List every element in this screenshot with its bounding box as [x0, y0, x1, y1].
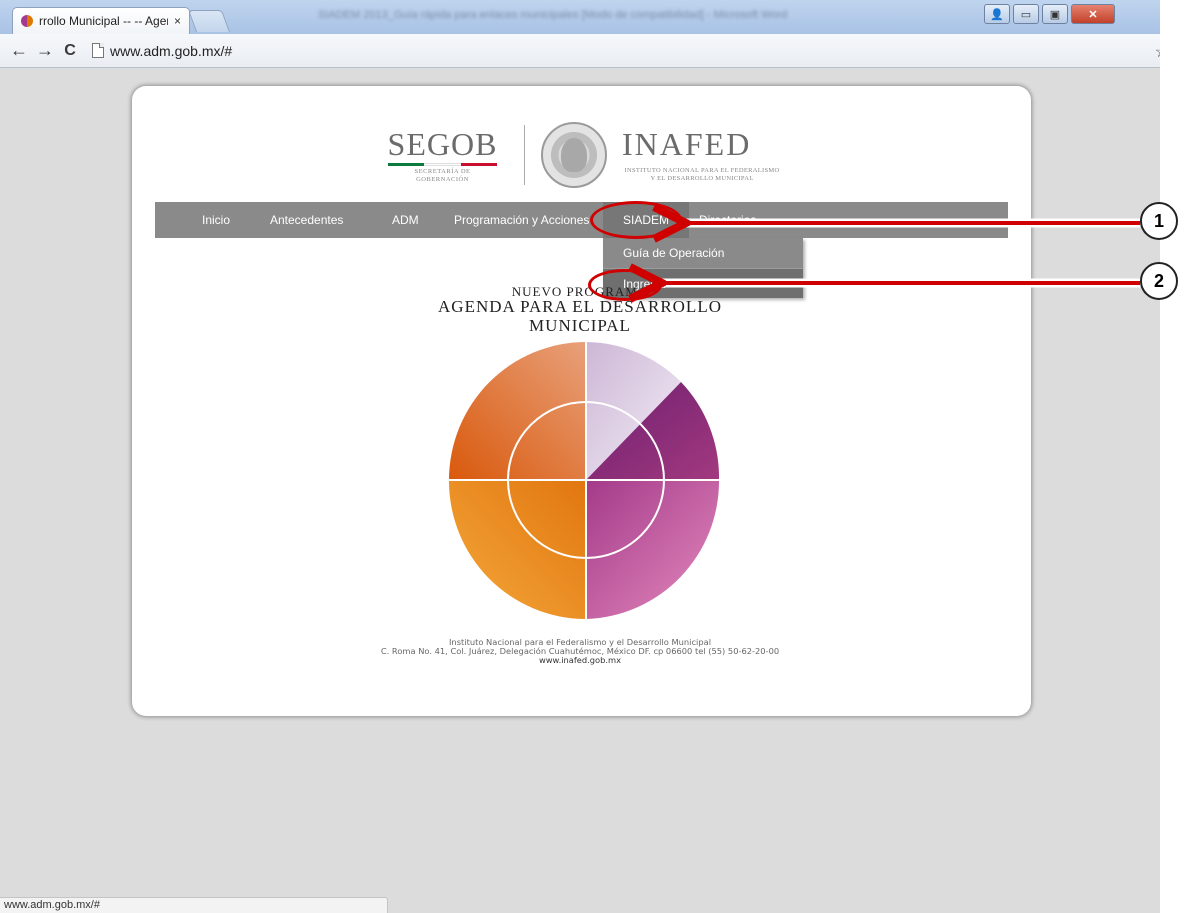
wheel-segment-top-left: [449, 342, 586, 480]
logo-divider: [524, 125, 525, 185]
segob-logo[interactable]: SEGOB SECRETARÍA DE GOBERNACIÓN: [380, 127, 505, 184]
maximize-button[interactable]: ▣: [1042, 4, 1068, 24]
nav-item-programacion[interactable]: Programación y Acciones: [454, 202, 589, 238]
browser-tab[interactable]: rrollo Municipal -- -- Agen ×: [12, 7, 190, 34]
program-title: AGENDA PARA EL DESARROLLO MUNICIPAL: [380, 297, 780, 335]
status-bar: www.adm.gob.mx/#: [0, 897, 388, 913]
annotation-callout-2: 2: [1140, 262, 1178, 300]
page-icon: [92, 43, 104, 58]
window-controls: 👤 ▭ ▣ ✕: [984, 4, 1115, 24]
tab-title: rrollo Municipal -- -- Agen: [39, 14, 168, 28]
dropdown-item-guia[interactable]: Guía de Operación: [603, 238, 803, 268]
browser-toolbar: ← → C www.adm.gob.mx/#: [0, 34, 1160, 68]
program-title-line1: AGENDA PARA EL DESARROLLO: [438, 297, 722, 316]
footer-website-link[interactable]: www.inafed.gob.mx: [300, 656, 860, 665]
segob-subtitle: SECRETARÍA DE GOBERNACIÓN: [414, 168, 471, 183]
nav-item-inicio[interactable]: Inicio: [202, 202, 230, 238]
nav-item-adm[interactable]: ADM: [392, 202, 419, 238]
page-footer: Instituto Nacional para el Federalismo y…: [300, 638, 860, 665]
annotation-callout-1: 1: [1140, 202, 1178, 240]
segob-flag-bar: [388, 163, 497, 166]
forward-arrow-icon[interactable]: →: [36, 40, 54, 61]
annotation-ring-siadem: [590, 201, 682, 239]
segob-wordmark: SEGOB: [387, 126, 498, 162]
main-nav: Inicio Antecedentes ADM Programación y A…: [155, 202, 1008, 238]
nav-item-directorios[interactable]: Directorios: [699, 202, 756, 238]
mexico-seal-icon: [541, 122, 607, 188]
scrollbar[interactable]: [1160, 0, 1195, 913]
browser-title-bar: rrollo Municipal -- -- Agen × SIADEM 201…: [0, 0, 1160, 34]
address-url[interactable]: www.adm.gob.mx/#: [110, 43, 232, 59]
back-arrow-icon[interactable]: ←: [10, 40, 28, 61]
close-window-button[interactable]: ✕: [1071, 4, 1115, 24]
tab-close-icon[interactable]: ×: [174, 14, 181, 28]
minimize-button[interactable]: ▭: [1013, 4, 1039, 24]
wheel-segment-bottom-right: [586, 480, 719, 619]
address-bar[interactable]: www.adm.gob.mx/#: [92, 39, 232, 63]
inafed-logo[interactable]: INAFED INSTITUTO NACIONAL PARA EL FEDERA…: [622, 127, 782, 183]
inafed-subtitle: INSTITUTO NACIONAL PARA EL FEDERALISMO Y…: [624, 167, 780, 182]
new-tab-button[interactable]: [187, 10, 231, 32]
wheel-segment-bottom-left: [449, 480, 586, 619]
window-title: SIADEM 2013_Guía rápida para enlaces mun…: [318, 9, 788, 21]
site-favicon-icon: [21, 15, 33, 27]
profile-icon[interactable]: 👤: [984, 4, 1010, 24]
reload-icon[interactable]: C: [62, 42, 78, 60]
program-title-line2: MUNICIPAL: [529, 316, 631, 335]
nav-item-antecedentes[interactable]: Antecedentes: [270, 202, 343, 238]
inafed-wordmark: INAFED: [622, 126, 752, 162]
agenda-wheel-graphic: [449, 342, 719, 619]
annotation-ring-ingresar: [588, 269, 662, 301]
